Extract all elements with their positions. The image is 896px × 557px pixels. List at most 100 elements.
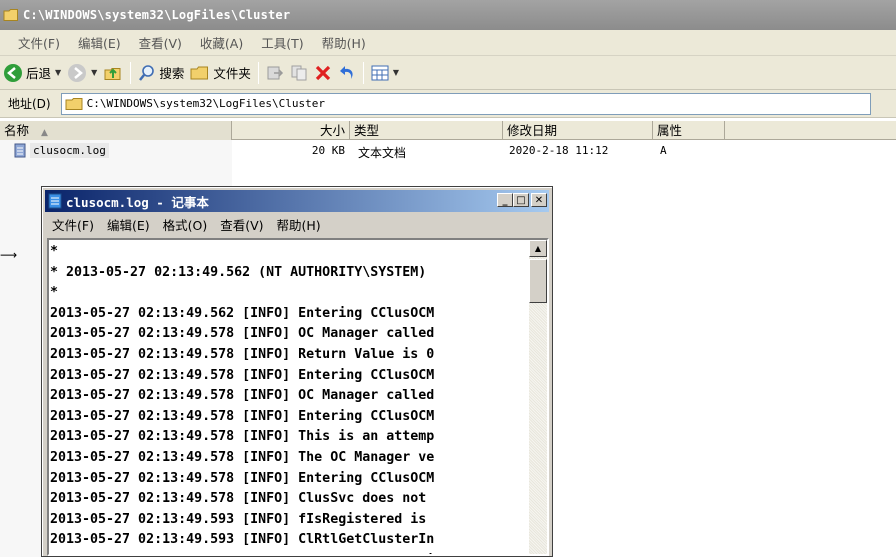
column-header-name-label: 名称 [4,123,30,138]
undo-icon [339,65,353,79]
notepad-title: clusocm.log - 记事本 [66,194,209,210]
toolbar-divider [257,61,259,84]
up-folder-button[interactable] [100,60,126,86]
file-name: clusocm.log [30,143,109,158]
delete-icon [315,65,330,80]
menu-view[interactable]: 查看(V) [139,33,182,52]
column-header-type[interactable]: 类型 [350,121,503,140]
chevron-down-icon[interactable]: ▼ [393,68,399,77]
views-icon [371,65,389,80]
address-bar: 地址(D) C:\WINDOWS\system32\LogFiles\Clust… [0,90,896,118]
move-to-icon [267,66,283,79]
file-row[interactable]: clusocm.log 20 KB 文本文档 2020-2-18 11:12 A [0,141,896,161]
log-line: 2013-05-27 02:13:49.593 [INFO] The Clust… [50,551,530,554]
text-file-icon [14,143,26,158]
back-arrow-icon [4,63,22,82]
menu-help[interactable]: 帮助(H) [322,33,366,52]
log-line: * [50,285,59,301]
forward-arrow-icon [68,63,87,82]
delete-button[interactable] [311,60,335,86]
file-size: 20 KB [311,144,345,157]
notepad-titlebar[interactable]: clusocm.log - 记事本 _ □ ✕ [45,190,549,212]
copy-to-icon [291,65,307,80]
search-label: 搜索 [159,66,185,81]
column-header-attributes[interactable]: 属性 [653,121,725,140]
search-icon [139,64,155,81]
notepad-menu-edit[interactable]: 编辑(E) [107,215,150,234]
log-line: 2013-05-27 02:13:49.578 [INFO] OC Manage… [50,326,435,342]
folder-icon [65,97,83,110]
address-label: 地址(D) [8,97,51,111]
column-header-size[interactable]: 大小 [232,121,350,140]
forward-button[interactable]: ▼ [64,60,100,86]
move-to-button[interactable] [263,60,287,86]
back-button[interactable]: 后退 ▼ [0,60,64,86]
file-list-header: 名称 ▲ 大小 类型 修改日期 属性 [0,121,896,140]
notepad-menu-format[interactable]: 格式(O) [163,215,208,234]
menu-tools[interactable]: 工具(T) [261,33,303,52]
menu-edit[interactable]: 编辑(E) [78,33,121,52]
folders-label: 文件夹 [213,66,251,81]
close-icon: ✕ [534,194,544,206]
folder-icon [3,9,18,21]
copy-to-button[interactable] [287,60,311,86]
views-button[interactable]: ▼ [368,60,402,86]
mouse-pointer-icon: ⟶ [0,248,18,262]
log-line: 2013-05-27 02:13:49.578 [INFO] The OC Ma… [50,449,435,465]
sort-up-icon: ▲ [41,128,48,138]
folder-icon [190,66,209,79]
log-line: 2013-05-27 02:13:49.578 [INFO] OC Manage… [50,388,435,404]
explorer-titlebar[interactable]: C:\WINDOWS\system32\LogFiles\Cluster [0,0,896,30]
column-header-name[interactable]: 名称 ▲ [0,121,232,140]
chevron-down-icon[interactable]: ▼ [55,68,61,77]
minimize-icon: _ [502,194,508,206]
vertical-scrollbar[interactable]: ▲ [529,240,547,554]
column-header-modified[interactable]: 修改日期 [503,121,653,140]
address-input[interactable]: C:\WINDOWS\system32\LogFiles\Cluster [60,92,871,115]
notepad-content: * * 2013-05-27 02:13:49.562 (NT AUTHORITY… [50,242,530,554]
scroll-up-button[interactable]: ▲ [529,240,547,257]
search-button[interactable]: 搜索 [135,60,187,86]
file-name-cell[interactable]: clusocm.log [14,143,109,158]
log-line: * 2013-05-27 02:13:49.562 (NT AUTHORITY\… [50,264,427,280]
log-line: 2013-05-27 02:13:49.593 [INFO] ClRtlGetC… [50,532,435,548]
scrollbar-thumb[interactable] [529,259,547,303]
folders-button[interactable]: 文件夹 [187,60,254,86]
file-attributes: A [660,144,667,157]
file-modified: 2020-2-18 11:12 [509,144,609,157]
log-line: 2013-05-27 02:13:49.593 [INFO] fIsRegist… [50,511,427,527]
window-controls: _ □ ✕ [497,193,547,207]
log-line: * [50,244,59,259]
log-line: 2013-05-27 02:13:49.578 [INFO] ClusSvc d… [50,491,427,507]
file-type: 文本文档 [358,146,407,160]
chevron-down-icon[interactable]: ▼ [91,68,97,77]
notepad-window: clusocm.log - 记事本 _ □ ✕ 文件(F) 编辑(E) 格式(O… [41,186,553,557]
log-line: 2013-05-27 02:13:49.578 [INFO] Return Va… [50,346,435,362]
minimize-button[interactable]: _ [497,193,513,207]
undo-button[interactable] [335,60,359,86]
log-line: 2013-05-27 02:13:49.578 [INFO] Entering … [50,367,435,383]
toolbar-divider [362,61,364,84]
notepad-menubar: 文件(F) 编辑(E) 格式(O) 查看(V) 帮助(H) [45,214,549,234]
log-line: 2013-05-27 02:13:49.578 [INFO] This is a… [50,429,435,445]
up-folder-icon [104,67,121,80]
log-line: 2013-05-27 02:13:49.578 [INFO] Entering … [50,408,435,424]
explorer-toolbar: 后退 ▼ ▼ 搜索 文件夹 ▼ [0,56,896,90]
menu-file[interactable]: 文件(F) [18,33,60,52]
notepad-icon [48,193,62,209]
address-value: C:\WINDOWS\system32\LogFiles\Cluster [86,97,326,110]
toolbar-divider [130,61,132,84]
notepad-menu-help[interactable]: 帮助(H) [277,215,321,234]
maximize-button[interactable]: □ [513,193,529,207]
close-button[interactable]: ✕ [531,193,547,207]
scroll-up-icon: ▲ [534,244,542,253]
menu-favorites[interactable]: 收藏(A) [200,33,243,52]
back-label: 后退 [26,66,52,81]
explorer-menubar: 文件(F) 编辑(E) 查看(V) 收藏(A) 工具(T) 帮助(H) [0,30,896,56]
explorer-title: C:\WINDOWS\system32\LogFiles\Cluster [23,8,291,22]
log-line: 2013-05-27 02:13:49.562 [INFO] Entering … [50,305,435,321]
notepad-menu-view[interactable]: 查看(V) [220,215,263,234]
notepad-menu-file[interactable]: 文件(F) [52,215,94,234]
notepad-text-area[interactable]: * * 2013-05-27 02:13:49.562 (NT AUTHORITY… [47,238,549,556]
log-line: 2013-05-27 02:13:49.578 [INFO] Entering … [50,470,435,486]
